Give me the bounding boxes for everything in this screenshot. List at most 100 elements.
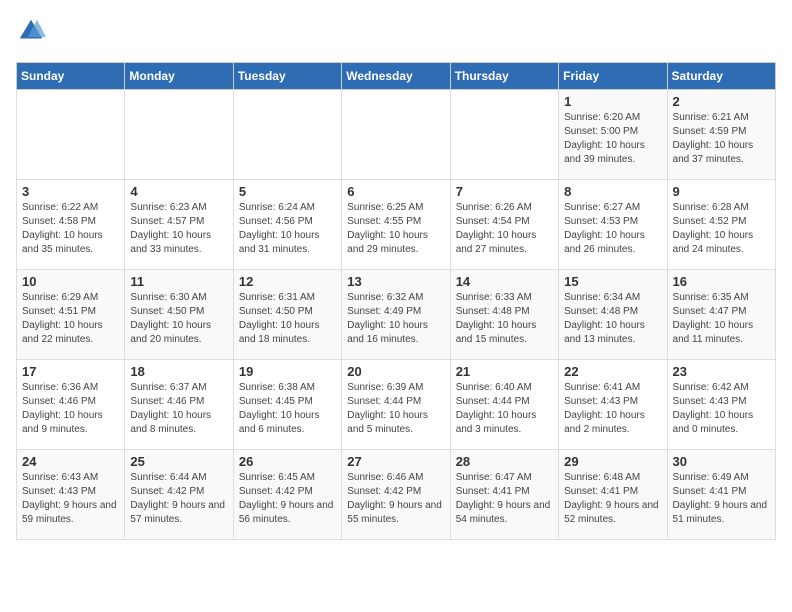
- calendar-cell: 4 Sunrise: 6:23 AM Sunset: 4:57 PM Daylig…: [125, 180, 233, 270]
- column-header-saturday: Saturday: [667, 63, 775, 90]
- calendar-header-row: SundayMondayTuesdayWednesdayThursdayFrid…: [17, 63, 776, 90]
- day-number: 16: [673, 274, 770, 289]
- day-number: 19: [239, 364, 336, 379]
- calendar-cell: 18 Sunrise: 6:37 AM Sunset: 4:46 PM Dayli…: [125, 360, 233, 450]
- column-header-monday: Monday: [125, 63, 233, 90]
- calendar-cell: 29 Sunrise: 6:48 AM Sunset: 4:41 PM Dayli…: [559, 450, 667, 540]
- calendar-week-row: 10 Sunrise: 6:29 AM Sunset: 4:51 PM Dayli…: [17, 270, 776, 360]
- day-info: Sunrise: 6:29 AM Sunset: 4:51 PM Dayligh…: [22, 291, 119, 347]
- day-info: Sunrise: 6:25 AM Sunset: 4:55 PM Dayligh…: [347, 201, 444, 257]
- day-info: Sunrise: 6:31 AM Sunset: 4:50 PM Dayligh…: [239, 291, 336, 347]
- day-number: 12: [239, 274, 336, 289]
- calendar-cell: 27 Sunrise: 6:46 AM Sunset: 4:42 PM Dayli…: [342, 450, 450, 540]
- calendar-cell: 26 Sunrise: 6:45 AM Sunset: 4:42 PM Dayli…: [233, 450, 341, 540]
- calendar-cell: [450, 90, 558, 180]
- day-info: Sunrise: 6:26 AM Sunset: 4:54 PM Dayligh…: [456, 201, 553, 257]
- calendar-cell: 2Sunrise: 6:21 AM Sunset: 4:59 PM Daylig…: [667, 90, 775, 180]
- calendar-cell: 22 Sunrise: 6:41 AM Sunset: 4:43 PM Dayli…: [559, 360, 667, 450]
- day-info: Sunrise: 6:34 AM Sunset: 4:48 PM Dayligh…: [564, 291, 661, 347]
- day-number: 29: [564, 454, 661, 469]
- calendar-cell: 3 Sunrise: 6:22 AM Sunset: 4:58 PM Daylig…: [17, 180, 125, 270]
- day-number: 26: [239, 454, 336, 469]
- day-info: Sunrise: 6:22 AM Sunset: 4:58 PM Dayligh…: [22, 201, 119, 257]
- column-header-friday: Friday: [559, 63, 667, 90]
- calendar-cell: 21 Sunrise: 6:40 AM Sunset: 4:44 PM Dayli…: [450, 360, 558, 450]
- calendar-cell: 17 Sunrise: 6:36 AM Sunset: 4:46 PM Dayli…: [17, 360, 125, 450]
- day-info: Sunrise: 6:39 AM Sunset: 4:44 PM Dayligh…: [347, 381, 444, 437]
- day-number: 6: [347, 184, 444, 199]
- day-number: 8: [564, 184, 661, 199]
- calendar-week-row: 24 Sunrise: 6:43 AM Sunset: 4:43 PM Dayli…: [17, 450, 776, 540]
- day-info: Sunrise: 6:49 AM Sunset: 4:41 PM Dayligh…: [673, 471, 770, 527]
- day-info: Sunrise: 6:21 AM Sunset: 4:59 PM Dayligh…: [673, 111, 770, 167]
- calendar-cell: 5 Sunrise: 6:24 AM Sunset: 4:56 PM Daylig…: [233, 180, 341, 270]
- day-number: 22: [564, 364, 661, 379]
- day-number: 5: [239, 184, 336, 199]
- calendar-cell: 16 Sunrise: 6:35 AM Sunset: 4:47 PM Dayli…: [667, 270, 775, 360]
- calendar-cell: 28 Sunrise: 6:47 AM Sunset: 4:41 PM Dayli…: [450, 450, 558, 540]
- day-info: Sunrise: 6:36 AM Sunset: 4:46 PM Dayligh…: [22, 381, 119, 437]
- day-info: Sunrise: 6:20 AM Sunset: 5:00 PM Dayligh…: [564, 111, 661, 167]
- calendar-cell: 30 Sunrise: 6:49 AM Sunset: 4:41 PM Dayli…: [667, 450, 775, 540]
- day-info: Sunrise: 6:33 AM Sunset: 4:48 PM Dayligh…: [456, 291, 553, 347]
- calendar-cell: [17, 90, 125, 180]
- day-info: Sunrise: 6:46 AM Sunset: 4:42 PM Dayligh…: [347, 471, 444, 527]
- calendar-cell: [342, 90, 450, 180]
- day-number: 15: [564, 274, 661, 289]
- calendar-cell: 19 Sunrise: 6:38 AM Sunset: 4:45 PM Dayli…: [233, 360, 341, 450]
- calendar-cell: 14 Sunrise: 6:33 AM Sunset: 4:48 PM Dayli…: [450, 270, 558, 360]
- day-number: 4: [130, 184, 227, 199]
- day-number: 17: [22, 364, 119, 379]
- calendar-cell: 6 Sunrise: 6:25 AM Sunset: 4:55 PM Daylig…: [342, 180, 450, 270]
- calendar-cell: 1 Sunrise: 6:20 AM Sunset: 5:00 PM Daylig…: [559, 90, 667, 180]
- calendar-cell: 20Sunrise: 6:39 AM Sunset: 4:44 PM Dayli…: [342, 360, 450, 450]
- day-info: Sunrise: 6:47 AM Sunset: 4:41 PM Dayligh…: [456, 471, 553, 527]
- day-number: 1: [564, 94, 661, 109]
- day-info: Sunrise: 6:28 AM Sunset: 4:52 PM Dayligh…: [673, 201, 770, 257]
- calendar-cell: 12 Sunrise: 6:31 AM Sunset: 4:50 PM Dayli…: [233, 270, 341, 360]
- logo-icon: [16, 16, 46, 46]
- day-info: Sunrise: 6:48 AM Sunset: 4:41 PM Dayligh…: [564, 471, 661, 527]
- day-info: Sunrise: 6:45 AM Sunset: 4:42 PM Dayligh…: [239, 471, 336, 527]
- day-info: Sunrise: 6:41 AM Sunset: 4:43 PM Dayligh…: [564, 381, 661, 437]
- day-number: 10: [22, 274, 119, 289]
- calendar-week-row: 3 Sunrise: 6:22 AM Sunset: 4:58 PM Daylig…: [17, 180, 776, 270]
- day-number: 7: [456, 184, 553, 199]
- calendar-cell: [233, 90, 341, 180]
- calendar-cell: 10 Sunrise: 6:29 AM Sunset: 4:51 PM Dayli…: [17, 270, 125, 360]
- day-number: 30: [673, 454, 770, 469]
- day-number: 27: [347, 454, 444, 469]
- day-info: Sunrise: 6:42 AM Sunset: 4:43 PM Dayligh…: [673, 381, 770, 437]
- day-info: Sunrise: 6:23 AM Sunset: 4:57 PM Dayligh…: [130, 201, 227, 257]
- day-info: Sunrise: 6:40 AM Sunset: 4:44 PM Dayligh…: [456, 381, 553, 437]
- logo: [16, 16, 50, 46]
- day-number: 25: [130, 454, 227, 469]
- calendar-cell: 25 Sunrise: 6:44 AM Sunset: 4:42 PM Dayli…: [125, 450, 233, 540]
- calendar-cell: [125, 90, 233, 180]
- day-number: 18: [130, 364, 227, 379]
- day-number: 24: [22, 454, 119, 469]
- day-info: Sunrise: 6:35 AM Sunset: 4:47 PM Dayligh…: [673, 291, 770, 347]
- day-number: 13: [347, 274, 444, 289]
- day-info: Sunrise: 6:44 AM Sunset: 4:42 PM Dayligh…: [130, 471, 227, 527]
- day-info: Sunrise: 6:38 AM Sunset: 4:45 PM Dayligh…: [239, 381, 336, 437]
- calendar-cell: 15 Sunrise: 6:34 AM Sunset: 4:48 PM Dayli…: [559, 270, 667, 360]
- day-number: 23: [673, 364, 770, 379]
- day-number: 14: [456, 274, 553, 289]
- column-header-thursday: Thursday: [450, 63, 558, 90]
- calendar-week-row: 17 Sunrise: 6:36 AM Sunset: 4:46 PM Dayli…: [17, 360, 776, 450]
- day-number: 21: [456, 364, 553, 379]
- column-header-sunday: Sunday: [17, 63, 125, 90]
- day-number: 9: [673, 184, 770, 199]
- calendar-cell: 7 Sunrise: 6:26 AM Sunset: 4:54 PM Daylig…: [450, 180, 558, 270]
- calendar-cell: 23 Sunrise: 6:42 AM Sunset: 4:43 PM Dayli…: [667, 360, 775, 450]
- day-info: Sunrise: 6:24 AM Sunset: 4:56 PM Dayligh…: [239, 201, 336, 257]
- day-info: Sunrise: 6:27 AM Sunset: 4:53 PM Dayligh…: [564, 201, 661, 257]
- day-number: 3: [22, 184, 119, 199]
- calendar-cell: 13 Sunrise: 6:32 AM Sunset: 4:49 PM Dayli…: [342, 270, 450, 360]
- day-info: Sunrise: 6:32 AM Sunset: 4:49 PM Dayligh…: [347, 291, 444, 347]
- day-info: Sunrise: 6:37 AM Sunset: 4:46 PM Dayligh…: [130, 381, 227, 437]
- day-number: 28: [456, 454, 553, 469]
- calendar-cell: 24 Sunrise: 6:43 AM Sunset: 4:43 PM Dayli…: [17, 450, 125, 540]
- day-info: Sunrise: 6:43 AM Sunset: 4:43 PM Dayligh…: [22, 471, 119, 527]
